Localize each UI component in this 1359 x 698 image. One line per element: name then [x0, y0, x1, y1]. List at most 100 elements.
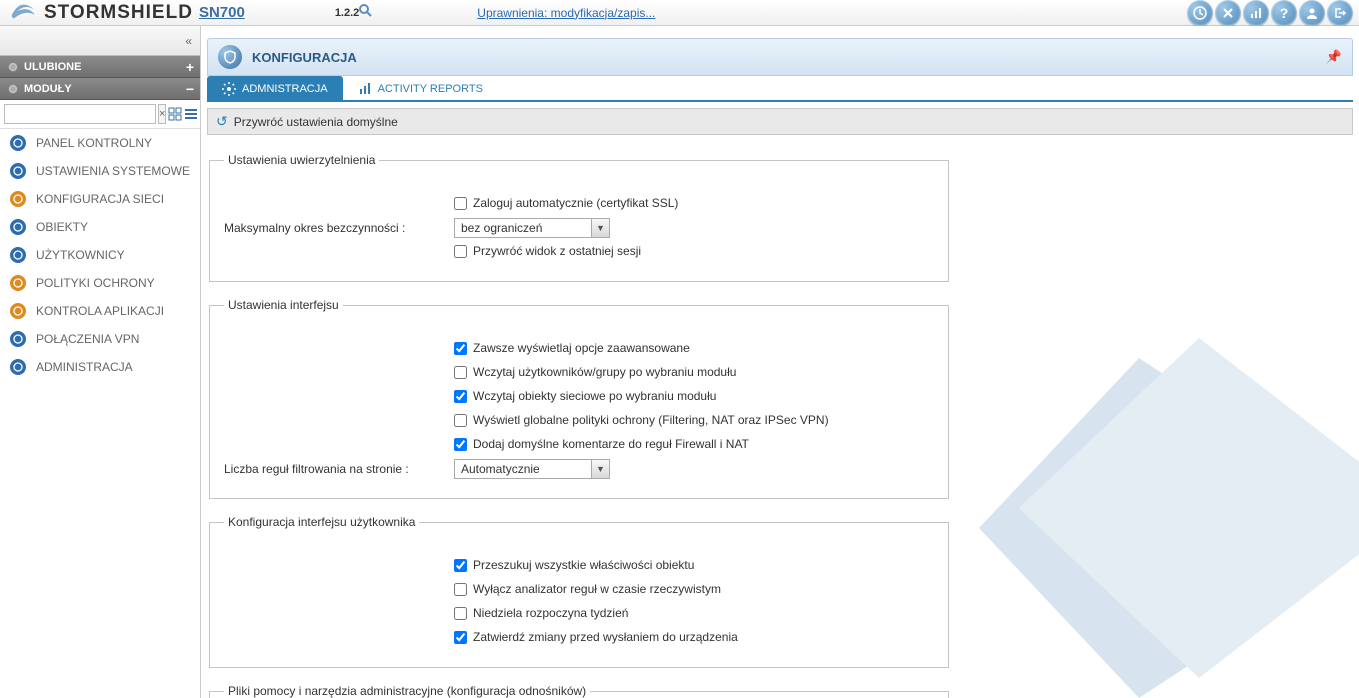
module-item-label: USTAWIENIA SYSTEMOWE — [36, 164, 190, 178]
checkbox-restore-view[interactable] — [454, 245, 467, 258]
sidebar-item-4[interactable]: UŻYTKOWNICY — [0, 241, 200, 269]
module-search-input[interactable] — [4, 104, 156, 124]
search-all-label: Przeszukuj wszystkie właściwości obiektu — [473, 558, 694, 572]
module-item-label: PANEL KONTROLNY — [36, 136, 152, 150]
main-area: KONFIGURACJA 📌 ADMNISTRACJA ACTIVITY REP… — [201, 26, 1359, 698]
auto-login-label: Zaloguj automatycznie (certyfikat SSL) — [473, 196, 678, 210]
rules-select[interactable]: Automatycznie ▼ — [454, 459, 610, 479]
chevron-down-icon[interactable]: ▼ — [591, 460, 609, 478]
modules-collapse-icon[interactable]: − — [186, 81, 194, 97]
logout-icon[interactable] — [1327, 0, 1353, 26]
fs-auth-legend: Ustawienia uwierzytelnienia — [224, 153, 379, 167]
page-title: KONFIGURACJA — [252, 50, 357, 65]
fs-help-tools-legend: Pliki pomocy i narzędzia administracyjne… — [224, 684, 590, 698]
module-item-label: POLITYKI OCHRONY — [36, 276, 155, 290]
restore-icon: ↺ — [216, 113, 228, 130]
module-list: PANEL KONTROLNY USTAWIENIA SYSTEMOWE KONFI… — [0, 129, 200, 698]
tab-activity-reports[interactable]: ACTIVITY REPORTS — [343, 76, 498, 100]
module-icon — [10, 275, 26, 291]
module-item-label: KONFIGURACJA SIECI — [36, 192, 164, 206]
collapse-icon[interactable]: « — [185, 34, 192, 48]
fs-user-interface: Konfiguracja interfejsu użytkownika Prze… — [209, 515, 949, 668]
restore-label: Przywróć ustawienia domyślne — [234, 115, 398, 129]
checkbox-load-users[interactable] — [454, 366, 467, 379]
pin-icon[interactable]: 📌 — [1326, 49, 1342, 65]
stats-icon[interactable] — [1243, 0, 1269, 26]
search-clear-button[interactable]: × — [158, 104, 166, 124]
load-users-label: Wczytaj użytkowników/grupy po wybraniu m… — [473, 365, 736, 379]
gear-icon — [222, 82, 236, 96]
sidebar-collapse-bar: « — [0, 26, 200, 56]
week-starts-label: Niedziela rozpoczyna tydzień — [473, 606, 628, 620]
favorites-header[interactable]: ULUBIONE + — [0, 56, 200, 78]
sidebar-item-7[interactable]: POŁĄCZENIA VPN — [0, 325, 200, 353]
checkbox-add-comments[interactable] — [454, 438, 467, 451]
chart-icon — [358, 82, 372, 96]
fs-user-interface-legend: Konfiguracja interfejsu użytkownika — [224, 515, 419, 529]
fs-help-tools: Pliki pomocy i narzędzia administracyjne… — [209, 684, 949, 698]
idle-select-value: bez ograniczeń — [455, 219, 591, 237]
idle-select[interactable]: bez ograniczeń ▼ — [454, 218, 610, 238]
favorites-label: ULUBIONE — [24, 61, 81, 73]
brand-text: STORMSHIELD — [44, 2, 193, 24]
chevron-down-icon[interactable]: ▼ — [591, 219, 609, 237]
checkbox-load-objects[interactable] — [454, 390, 467, 403]
help-icon[interactable]: ? — [1271, 0, 1297, 26]
load-objects-label: Wczytaj obiekty sieciowe po wybraniu mod… — [473, 389, 716, 403]
module-search-row: × — [0, 100, 200, 129]
module-icon — [10, 191, 26, 207]
checkbox-search-all[interactable] — [454, 559, 467, 572]
module-icon — [10, 247, 26, 263]
module-icon — [10, 163, 26, 179]
idle-label: Maksymalny okres bezczynności : — [224, 221, 454, 235]
checkbox-disable-analyzer[interactable] — [454, 583, 467, 596]
tools-icon[interactable] — [1215, 0, 1241, 26]
confirm-send-label: Zatwierdź zmiany przed wysłaniem do urzą… — [473, 630, 738, 644]
rules-per-page-label: Liczba reguł filtrowania na stronie : — [224, 462, 454, 476]
logo-icon — [8, 2, 38, 24]
favorites-add-icon[interactable]: + — [186, 59, 194, 75]
modules-label: MODUŁY — [24, 83, 72, 95]
disable-analyzer-label: Wyłącz analizator reguł w czasie rzeczyw… — [473, 582, 721, 596]
view-list-icon[interactable] — [168, 104, 182, 124]
checkbox-week-starts[interactable] — [454, 607, 467, 620]
fs-interface-legend: Ustawienia interfejsu — [224, 298, 343, 312]
module-item-label: UŻYTKOWNICY — [36, 248, 125, 262]
fs-auth: Ustawienia uwierzytelnienia Zaloguj auto… — [209, 153, 949, 282]
user-icon[interactable] — [1299, 0, 1325, 26]
module-item-label: KONTROLA APLIKACJI — [36, 304, 164, 318]
checkbox-confirm-send[interactable] — [454, 631, 467, 644]
module-item-label: OBIEKTY — [36, 220, 88, 234]
sidebar-item-2[interactable]: KONFIGURACJA SIECI — [0, 185, 200, 213]
checkbox-show-global[interactable] — [454, 414, 467, 427]
sidebar-item-8[interactable]: ADMINISTRACJA — [0, 353, 200, 381]
permissions-link[interactable]: Uprawnienia: modyfikacja/zapis... — [477, 6, 655, 20]
search-icon — [359, 4, 373, 21]
version-text: 1.2.2 — [335, 7, 359, 19]
favorites-dot-icon — [8, 62, 18, 72]
tab-administration[interactable]: ADMNISTRACJA — [207, 76, 343, 100]
sidebar-item-1[interactable]: USTAWIENIA SYSTEMOWE — [0, 157, 200, 185]
add-comments-label: Dodaj domyślne komentarze do reguł Firew… — [473, 437, 749, 451]
sidebar-item-6[interactable]: KONTROLA APLIKACJI — [0, 297, 200, 325]
model-link[interactable]: SN700 — [199, 4, 245, 21]
tab-admin-label: ADMNISTRACJA — [242, 83, 328, 95]
checkbox-auto-login[interactable] — [454, 197, 467, 210]
show-global-label: Wyświetl globalne polityki ochrony (Filt… — [473, 413, 829, 427]
sidebar-item-3[interactable]: OBIEKTY — [0, 213, 200, 241]
sidebar-item-0[interactable]: PANEL KONTROLNY — [0, 129, 200, 157]
view-detail-icon[interactable] — [184, 104, 198, 124]
clock-icon[interactable] — [1187, 0, 1213, 26]
tab-reports-label: ACTIVITY REPORTS — [378, 83, 483, 95]
modules-header[interactable]: MODUŁY − — [0, 78, 200, 100]
sidebar: « ULUBIONE + MODUŁY − × PANEL KONTROLNY U… — [0, 26, 201, 698]
top-header: STORMSHIELD SN700 1.2.2 Uprawnienia: mod… — [0, 0, 1359, 26]
module-icon — [10, 303, 26, 319]
header-icon-group: ? — [1187, 0, 1353, 26]
checkbox-always-advanced[interactable] — [454, 342, 467, 355]
sidebar-item-5[interactable]: POLITYKI OCHRONY — [0, 269, 200, 297]
restore-view-label: Przywróć widok z ostatniej sesji — [473, 244, 641, 258]
module-icon — [10, 331, 26, 347]
restore-defaults-bar[interactable]: ↺ Przywróć ustawienia domyślne — [207, 108, 1353, 135]
module-icon — [10, 219, 26, 235]
